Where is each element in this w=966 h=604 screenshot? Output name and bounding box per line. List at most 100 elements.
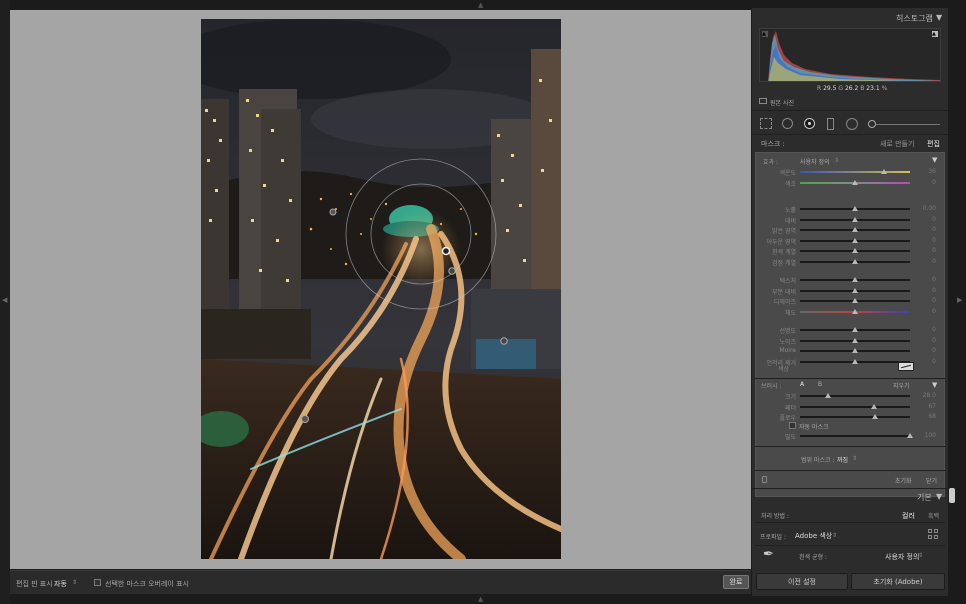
photo-preview[interactable]: [201, 19, 561, 559]
slider-value[interactable]: 0: [918, 258, 936, 265]
right-panel-toggle-icon[interactable]: ▶: [957, 296, 962, 304]
slider-thumb[interactable]: [880, 169, 887, 174]
brush-collapse-icon[interactable]: ▼: [932, 381, 937, 389]
highlight-clipping-icon[interactable]: ▲: [932, 31, 938, 37]
slider-thumb[interactable]: [824, 393, 831, 398]
basic-panel-title[interactable]: 기본: [917, 492, 932, 503]
slider-thumb[interactable]: [871, 414, 878, 419]
slider-thumb[interactable]: [907, 433, 913, 438]
range-mask-dropdown[interactable]: 꺼짐: [837, 455, 848, 464]
slider-thumb[interactable]: [852, 179, 858, 185]
slider-thumb[interactable]: [852, 206, 858, 211]
slider-thumb[interactable]: [852, 237, 858, 243]
slider-thumb[interactable]: [852, 248, 858, 253]
slider-track[interactable]: [800, 405, 910, 408]
slider-label: 부분 대비: [772, 288, 796, 296]
reset-adobe-button[interactable]: 초기화 (Adobe): [851, 573, 945, 590]
spot-removal-icon[interactable]: [782, 118, 793, 129]
slider-value[interactable]: 0: [918, 308, 936, 315]
slider-value[interactable]: 67: [918, 403, 936, 410]
bottom-toolbar: 편집 핀 표시 : 자동 ⇕ 선택한 마스크 오버레이 표시 완료: [10, 570, 751, 594]
effect-collapse-icon[interactable]: ▼: [932, 156, 937, 164]
auto-mask-checkbox[interactable]: [789, 422, 796, 429]
slider-value[interactable]: 0: [918, 179, 936, 186]
histogram-collapse-icon[interactable]: ▼: [936, 13, 942, 22]
original-photo-label[interactable]: 원본 사진: [770, 98, 794, 107]
brush-b-button[interactable]: B: [818, 381, 822, 388]
left-panel-toggle-icon[interactable]: ◀: [2, 296, 7, 304]
treatment-bw-button[interactable]: 흑백: [928, 511, 939, 520]
range-mask-dropdown-icon[interactable]: ⇕: [852, 455, 857, 462]
slider-value[interactable]: 0: [918, 358, 936, 365]
mask-new-button[interactable]: 새로 만들기: [880, 139, 914, 149]
dropdown-arrows-icon[interactable]: ⇕: [72, 579, 77, 586]
adjustment-brush-icon[interactable]: [868, 120, 876, 128]
overlay-checkbox[interactable]: [94, 579, 101, 586]
done-button[interactable]: 완료: [723, 575, 749, 589]
slider-value[interactable]: 0: [918, 226, 936, 233]
white-balance-dropdown[interactable]: 사용자 정의: [885, 552, 919, 562]
slider-value[interactable]: 0: [918, 247, 936, 254]
slider-value[interactable]: 0: [918, 287, 936, 294]
slider-track[interactable]: [800, 416, 910, 418]
mask-reset-button[interactable]: 초기화: [895, 476, 912, 485]
profile-browser-icon[interactable]: [928, 529, 939, 540]
radial-filter-icon[interactable]: [846, 118, 858, 130]
slider-value[interactable]: 0: [918, 347, 936, 354]
slider-thumb[interactable]: [852, 258, 858, 264]
slider-value[interactable]: 68: [918, 413, 936, 420]
slider-value[interactable]: 36: [918, 168, 936, 175]
filmstrip-toggle-icon[interactable]: ▲: [478, 595, 483, 603]
slider-value[interactable]: 0: [918, 297, 936, 304]
slider-thumb[interactable]: [852, 308, 858, 314]
slider-value[interactable]: 0: [918, 337, 936, 344]
slider-thumb[interactable]: [852, 216, 858, 222]
brush-erase-button[interactable]: 지우기: [893, 381, 910, 390]
previous-settings-button[interactable]: 이전 설정: [756, 573, 848, 590]
slider-label: 노이즈: [779, 338, 796, 346]
basic-collapse-icon[interactable]: ▼: [936, 492, 942, 501]
brush-a-button[interactable]: A: [800, 381, 804, 388]
treatment-color-button[interactable]: 컬러: [902, 511, 915, 521]
slider-value[interactable]: 28.0: [918, 392, 936, 399]
mask-toggle-icon[interactable]: [762, 476, 767, 483]
slider-thumb[interactable]: [852, 298, 858, 303]
shadow-clipping-icon[interactable]: ▲: [762, 31, 768, 37]
effect-dropdown-icon[interactable]: ⇕: [834, 157, 839, 164]
profile-dropdown-icon[interactable]: ⇕: [832, 532, 837, 539]
graduated-filter-icon[interactable]: [827, 118, 834, 130]
slider-label: 검정 계열: [772, 259, 796, 267]
red-eye-icon[interactable]: [804, 118, 815, 129]
color-swatch[interactable]: [898, 362, 914, 371]
slider-thumb[interactable]: [852, 337, 858, 343]
slider-thumb[interactable]: [852, 287, 858, 293]
slider-thumb[interactable]: [852, 358, 858, 364]
slider-value[interactable]: 0.00: [918, 205, 936, 212]
slider-value[interactable]: 0: [918, 237, 936, 244]
panel-scrollbar[interactable]: [949, 488, 955, 503]
slider-track[interactable]: [800, 171, 910, 173]
percent-sign: %: [881, 85, 888, 92]
profile-dropdown[interactable]: Adobe 색상: [795, 531, 832, 541]
slider-thumb[interactable]: [852, 227, 858, 232]
mask-close-button[interactable]: 닫기: [926, 476, 937, 485]
slider-thumb[interactable]: [852, 277, 858, 282]
slider-thumb[interactable]: [852, 348, 858, 353]
slider-value[interactable]: 100: [918, 432, 936, 439]
top-panel-toggle-icon[interactable]: ▲: [478, 1, 483, 9]
slider-value[interactable]: 0: [918, 216, 936, 223]
slider-track[interactable]: [800, 395, 910, 397]
effect-preset-dropdown[interactable]: 사용자 정의: [800, 157, 830, 166]
mask-edit-button[interactable]: 편집: [927, 139, 940, 149]
white-balance-dropdown-icon[interactable]: ⇕: [918, 552, 923, 559]
histogram-title[interactable]: 히스토그램: [896, 13, 933, 24]
crop-tool-icon[interactable]: [760, 118, 772, 129]
slider-thumb[interactable]: [870, 403, 877, 409]
original-photo-icon[interactable]: [759, 98, 767, 104]
slider-value[interactable]: 0: [918, 276, 936, 283]
slider-thumb[interactable]: [852, 327, 858, 332]
slider-value[interactable]: 0: [918, 326, 936, 333]
slider-track[interactable]: [800, 435, 910, 437]
eyedropper-icon[interactable]: ✒: [763, 547, 777, 565]
show-edit-pins-dropdown[interactable]: 자동: [54, 579, 67, 589]
